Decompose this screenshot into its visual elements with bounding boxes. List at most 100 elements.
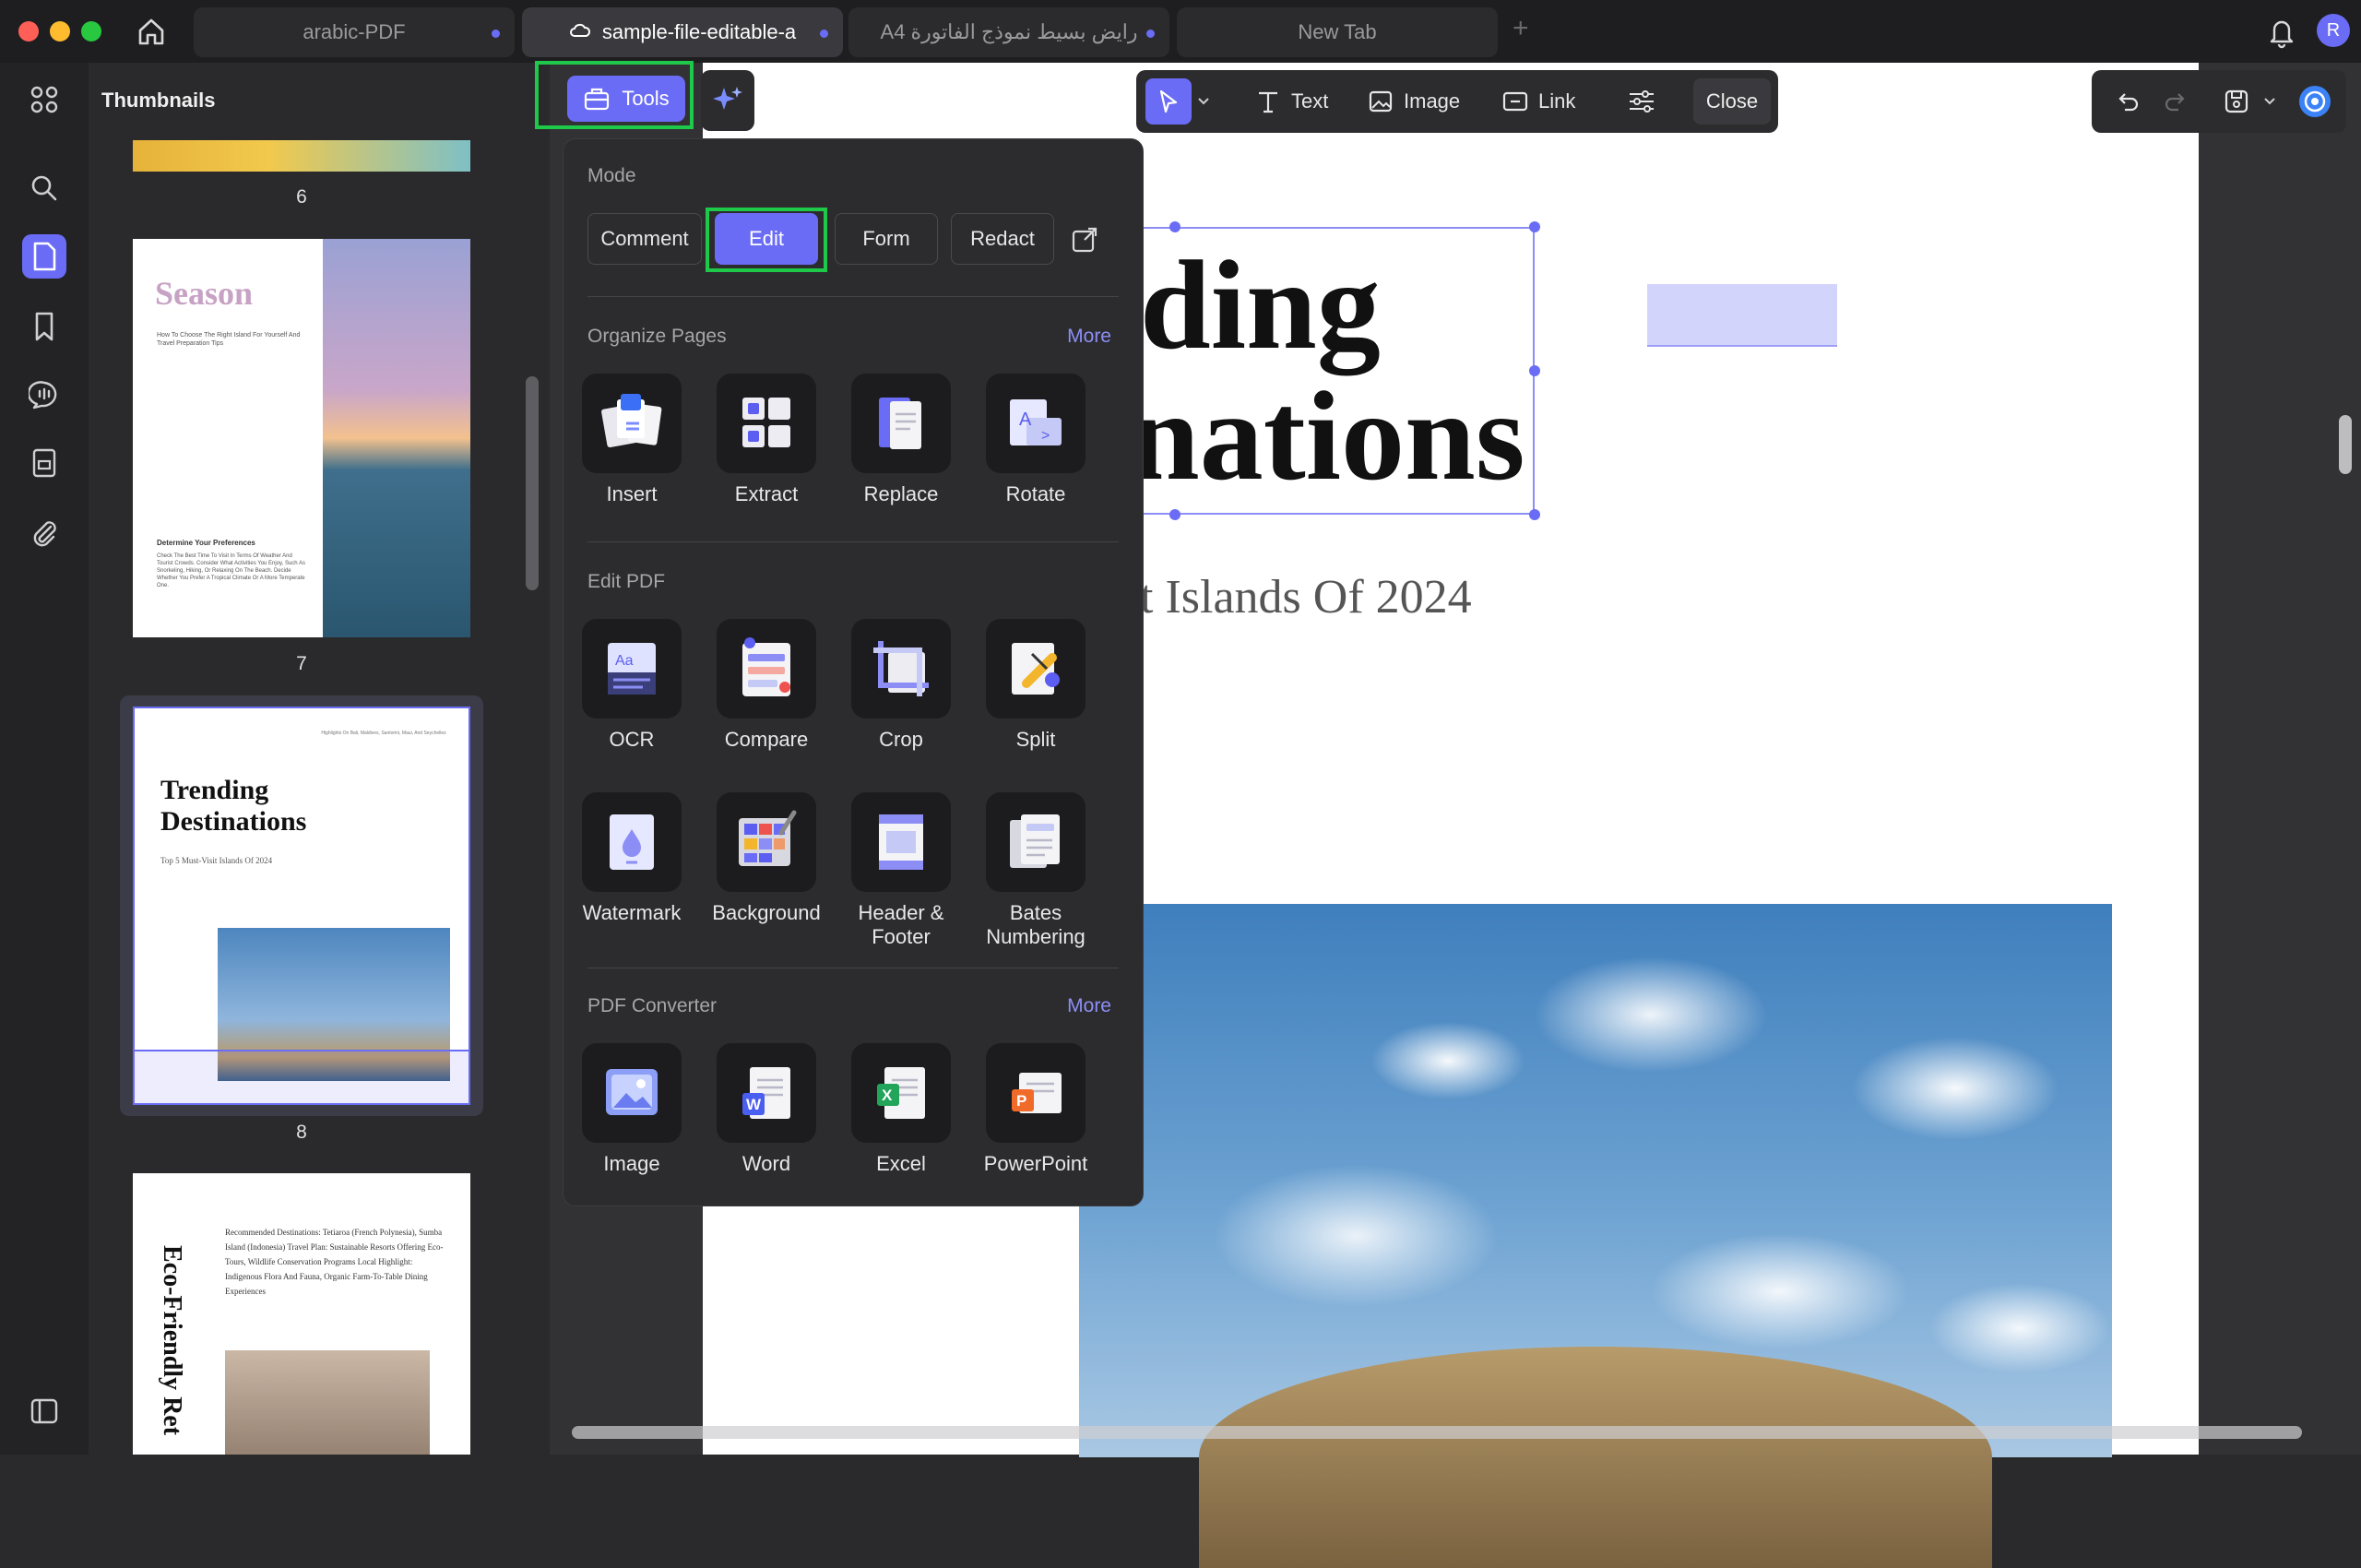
edit-pdf-title: Edit PDF	[587, 571, 666, 592]
tool-header-footer[interactable]: Header & Footer	[836, 792, 966, 949]
word-icon: W	[717, 1043, 816, 1143]
tab-arabic-invoice[interactable]: A4 رايض بسيط نموذج الفاتورة	[848, 7, 1169, 57]
comment-icon[interactable]	[22, 373, 66, 417]
tool-watermark[interactable]: Watermark	[567, 792, 696, 925]
ai-assistant-icon[interactable]	[2296, 70, 2333, 133]
ocr-icon: Aa	[582, 619, 682, 719]
attachment-icon[interactable]	[22, 511, 66, 555]
tool-rotate[interactable]: A > Rotate	[971, 374, 1100, 506]
thumbnail-page-9[interactable]: Eco-Friendly Ret Recommended Destination…	[133, 1173, 470, 1455]
thumbnail-page-7[interactable]: Season How To Choose The Right Island Fo…	[133, 239, 470, 637]
tool-label: Insert	[606, 482, 658, 505]
tool-ocr[interactable]: Aa OCR	[567, 619, 696, 752]
new-tab-plus-icon[interactable]: +	[1513, 13, 1529, 44]
select-tool-button[interactable]	[1145, 78, 1192, 125]
properties-icon[interactable]	[1627, 70, 1656, 133]
grid-icon[interactable]	[22, 77, 66, 122]
text-icon	[1259, 91, 1277, 113]
tool-extract[interactable]: Extract	[702, 374, 831, 506]
tab-label: sample-file-editable-a	[601, 20, 797, 43]
thumbnail-page-6[interactable]	[133, 140, 470, 172]
tool-background[interactable]: Background	[702, 792, 831, 925]
tool-insert[interactable]: Insert	[567, 374, 696, 506]
search-icon[interactable]	[22, 166, 66, 210]
tool-label: Word	[742, 1152, 791, 1175]
tool-replace[interactable]: Replace	[836, 374, 966, 506]
document-subtitle[interactable]: t Islands Of 2024	[1140, 570, 1472, 624]
thumb-heading: Season	[155, 275, 254, 312]
split-icon	[986, 619, 1086, 719]
form-fields-icon[interactable]	[22, 441, 66, 485]
excel-icon: X	[851, 1043, 951, 1143]
compare-icon	[717, 619, 816, 719]
tools-label: Tools	[622, 87, 670, 110]
tab-unsaved-dot	[820, 30, 828, 38]
text-selection-box[interactable]	[1140, 227, 1535, 515]
rotate-pages-icon: A >	[986, 374, 1086, 473]
tool-convert-word[interactable]: W Word	[702, 1043, 831, 1176]
zoom-window-button[interactable]	[81, 21, 101, 42]
tool-convert-excel[interactable]: X Excel	[836, 1043, 966, 1176]
resize-handle[interactable]	[1169, 221, 1180, 232]
resize-handle[interactable]	[1529, 365, 1540, 376]
tab-label: arabic-PDF	[303, 20, 406, 43]
tool-label: Bates Numbering	[986, 901, 1086, 948]
tab-sample-file[interactable]: sample-file-editable-a	[522, 7, 843, 57]
tool-label: Image	[603, 1152, 660, 1175]
tab-arabic-pdf[interactable]: arabic-PDF	[194, 7, 515, 57]
ai-sparkle-button[interactable]	[701, 70, 754, 131]
converter-more-link[interactable]: More	[1067, 995, 1111, 1017]
tool-crop[interactable]: Crop	[836, 619, 966, 752]
svg-text:Aa: Aa	[615, 653, 634, 669]
sidebar-toggle-icon[interactable]	[22, 1389, 66, 1433]
bell-icon[interactable]	[2263, 13, 2300, 50]
resize-handle[interactable]	[1169, 509, 1180, 520]
text-tool-label: Text	[1291, 89, 1329, 113]
chevron-down-icon[interactable]	[1197, 70, 1210, 133]
svg-text:>: >	[1041, 428, 1050, 444]
thumbnails-icon[interactable]	[22, 234, 66, 279]
horizontal-scrollbar[interactable]	[572, 1426, 2302, 1439]
bookmark-icon[interactable]	[22, 304, 66, 349]
edit-toolbar: Text Image Link Close	[1136, 70, 1778, 133]
close-edit-button[interactable]: Close	[1693, 78, 1771, 125]
mode-redact-button[interactable]: Redact	[951, 213, 1054, 265]
divider	[587, 296, 1119, 297]
vertical-scrollbar[interactable]	[2339, 415, 2352, 474]
island-hill	[1199, 1347, 1992, 1568]
save-icon[interactable]	[2223, 70, 2250, 133]
tool-bates-numbering[interactable]: Bates Numbering	[971, 792, 1100, 949]
resize-handle[interactable]	[1529, 221, 1540, 232]
tools-button[interactable]: Tools	[567, 76, 685, 122]
close-window-button[interactable]	[18, 21, 39, 42]
minimize-window-button[interactable]	[50, 21, 70, 42]
placeholder-box[interactable]	[1647, 284, 1837, 347]
link-tool-button[interactable]: Link	[1501, 70, 1575, 133]
text-tool-button[interactable]: Text	[1254, 70, 1328, 133]
redo-icon[interactable]	[2162, 70, 2189, 133]
avatar[interactable]: R	[2317, 14, 2350, 47]
external-open-icon[interactable]	[1063, 219, 1106, 261]
image-tool-button[interactable]: Image	[1367, 70, 1460, 133]
tool-label: Excel	[876, 1152, 926, 1175]
chevron-down-icon[interactable]	[2263, 70, 2276, 133]
thumbnail-number: 6	[296, 186, 307, 208]
tool-label: Compare	[724, 728, 809, 751]
left-rail	[0, 63, 89, 1455]
organize-more-link[interactable]: More	[1067, 326, 1111, 348]
thumbnail-number: 8	[296, 1122, 307, 1143]
tool-convert-image[interactable]: Image	[567, 1043, 696, 1176]
thumbnail-page-8[interactable]: Highlights On Bali, Maldives, Santorini,…	[133, 707, 470, 1105]
tab-label: A4 رايض بسيط نموذج الفاتورة	[880, 20, 1138, 43]
mode-comment-button[interactable]: Comment	[587, 213, 702, 265]
undo-icon[interactable]	[2114, 70, 2142, 133]
mode-form-button[interactable]: Form	[835, 213, 938, 265]
thumbnails-scrollbar[interactable]	[526, 376, 539, 590]
home-icon[interactable]	[133, 13, 170, 50]
tool-compare[interactable]: Compare	[702, 619, 831, 752]
tool-convert-powerpoint[interactable]: P PowerPoint	[971, 1043, 1100, 1176]
resize-handle[interactable]	[1529, 509, 1540, 520]
tool-split[interactable]: Split	[971, 619, 1100, 752]
tab-new-tab[interactable]: New Tab	[1177, 7, 1498, 57]
tool-label: Header & Footer	[858, 901, 944, 948]
